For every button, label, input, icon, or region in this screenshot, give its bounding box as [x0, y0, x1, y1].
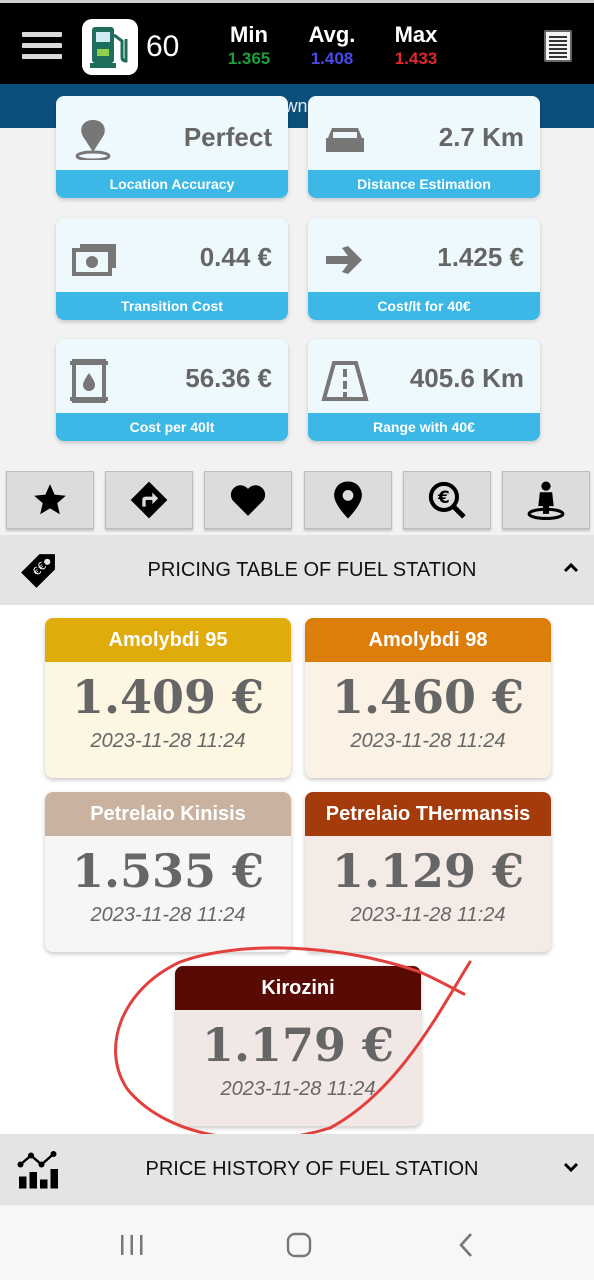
person-button[interactable]	[502, 471, 590, 529]
max-label: Max	[394, 22, 438, 47]
fuel-date: 2023-11-28 11:24	[90, 730, 246, 752]
fuel-price: 1.179 €	[201, 1018, 395, 1072]
location-button[interactable]	[304, 471, 392, 529]
chevron-down-icon[interactable]	[562, 1158, 580, 1176]
cost-per-40lt-card: 56.36 € Cost per 40lt	[56, 339, 288, 441]
euro-search-button[interactable]: €	[403, 471, 491, 529]
fuel-name: Petrelaio THermansis	[305, 792, 551, 836]
range-value: 405.6 Km	[409, 363, 524, 393]
pricing-table-header[interactable]: €€ PRICING TABLE OF FUEL STATION	[0, 535, 594, 605]
cost-per-lt-label: Cost/lt for 40€	[308, 292, 540, 320]
price-history-title: PRICE HISTORY OF FUEL STATION	[145, 1157, 479, 1180]
pricing-table-title: PRICING TABLE OF FUEL STATION	[147, 558, 477, 581]
fuel-date: 2023-11-28 11:24	[350, 730, 506, 752]
fuel-card-amolybdi-98[interactable]: Amolybdi 98 1.460 € 2023-11-28 11:24	[305, 618, 551, 778]
favorite-star-button[interactable]	[6, 471, 94, 529]
avg-stat: Avg. 1.408	[304, 23, 360, 71]
fuel-name: Petrelaio Kinisis	[45, 792, 291, 836]
transition-cost-value: 0.44 €	[199, 242, 272, 272]
fuel-date: 2023-11-28 11:24	[220, 1078, 376, 1100]
arrow-right-icon	[320, 238, 370, 282]
heart-button[interactable]	[204, 471, 292, 529]
road-icon	[320, 359, 370, 403]
fuel-card-petrelaio-kinisis[interactable]: Petrelaio Kinisis 1.535 € 2023-11-28 11:…	[45, 792, 291, 952]
svg-text:€: €	[437, 487, 450, 507]
fuel-card-kirozini[interactable]: Kirozini 1.179 € 2023-11-28 11:24	[175, 966, 421, 1126]
cost-per-40lt-value: 56.36 €	[185, 363, 272, 393]
fuel-date: 2023-11-28 11:24	[350, 904, 506, 926]
range-label: Range with 40€	[308, 413, 540, 441]
transition-cost-card: 0.44 € Transition Cost	[56, 218, 288, 320]
distance-estimation-label: Distance Estimation	[308, 170, 540, 198]
fuel-name: Amolybdi 95	[45, 618, 291, 662]
fuel-date: 2023-11-28 11:24	[90, 904, 246, 926]
avg-value: 1.408	[310, 49, 354, 68]
fuel-card-amolybdi-95[interactable]: Amolybdi 95 1.409 € 2023-11-28 11:24	[45, 618, 291, 778]
cost-per-lt-value: 1.425 €	[437, 242, 524, 272]
car-icon	[320, 116, 370, 160]
min-value: 1.365	[227, 49, 271, 68]
list-icon[interactable]	[544, 30, 572, 62]
fuel-price: 1.535 €	[71, 844, 265, 898]
min-label: Min	[230, 22, 268, 47]
fuel-price: 1.129 €	[331, 844, 525, 898]
system-nav-bar	[0, 1204, 594, 1280]
chevron-up-icon[interactable]	[562, 559, 580, 577]
transition-cost-label: Transition Cost	[56, 292, 288, 320]
euro-search-icon: €	[428, 481, 466, 519]
max-stat: Max 1.433	[388, 23, 444, 71]
star-icon	[34, 484, 66, 515]
cost-per-lt-card: 1.425 € Cost/lt for 40€	[308, 218, 540, 320]
distance-estimation-card: 2.7 Km Distance Estimation	[308, 96, 540, 198]
fuel-price: 1.460 €	[331, 670, 525, 724]
app-logo	[82, 19, 138, 75]
range-card: 405.6 Km Range with 40€	[308, 339, 540, 441]
fuel-card-petrelaio-thermansis[interactable]: Petrelaio THermansis 1.129 € 2023-11-28 …	[305, 792, 551, 952]
back-icon[interactable]	[456, 1232, 476, 1258]
location-accuracy-card: Perfect Location Accuracy	[56, 96, 288, 198]
money-icon	[68, 238, 118, 282]
avg-label: Avg.	[308, 22, 356, 47]
top-bar: 60 Min 1.365 Avg. 1.408 Max 1.433	[0, 0, 594, 84]
recent-apps-icon[interactable]	[118, 1233, 146, 1257]
fuel-name: Kirozini	[175, 966, 421, 1010]
hamburger-menu-icon[interactable]	[22, 32, 62, 62]
location-accuracy-value: Perfect	[183, 122, 272, 152]
min-stat: Min 1.365	[222, 23, 276, 71]
max-value: 1.433	[394, 49, 438, 68]
heart-icon	[230, 485, 266, 516]
location-pin-icon	[334, 481, 362, 519]
fuel-name: Amolybdi 98	[305, 618, 551, 662]
map-pin-icon	[68, 116, 118, 162]
cost-per-40lt-label: Cost per 40lt	[56, 413, 288, 441]
home-icon[interactable]	[286, 1232, 312, 1258]
directions-icon	[130, 481, 168, 519]
station-count: 60	[146, 30, 180, 63]
directions-button[interactable]	[105, 471, 193, 529]
location-accuracy-label: Location Accuracy	[56, 170, 288, 198]
fuel-price: 1.409 €	[71, 670, 265, 724]
distance-estimation-value: 2.7 Km	[438, 122, 524, 152]
price-history-header[interactable]: PRICE HISTORY OF FUEL STATION	[0, 1134, 594, 1204]
person-icon	[527, 481, 565, 520]
fuel-barrel-icon	[68, 359, 118, 403]
